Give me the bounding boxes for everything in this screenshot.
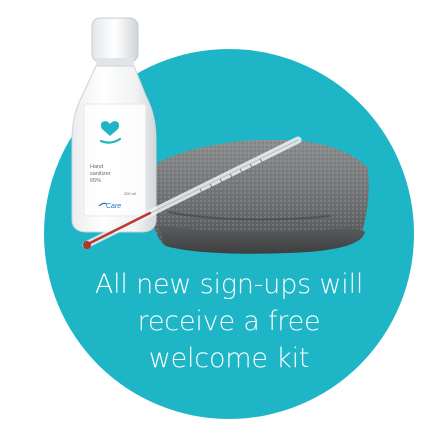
welcome-kit-promo: Hand sanitizer 65% 200 ml Care All new s… [0, 0, 421, 437]
sanitizer-bottle-image: Hand sanitizer 65% 200 ml Care [71, 17, 157, 233]
svg-text:Care: Care [106, 203, 121, 210]
svg-text:200 ml: 200 ml [124, 191, 136, 196]
svg-text:sanitizer: sanitizer [90, 171, 111, 177]
svg-text:Hand: Hand [90, 164, 103, 170]
promo-headline: All new sign-ups will receive a free wel… [94, 269, 364, 374]
svg-text:65%: 65% [90, 178, 101, 184]
